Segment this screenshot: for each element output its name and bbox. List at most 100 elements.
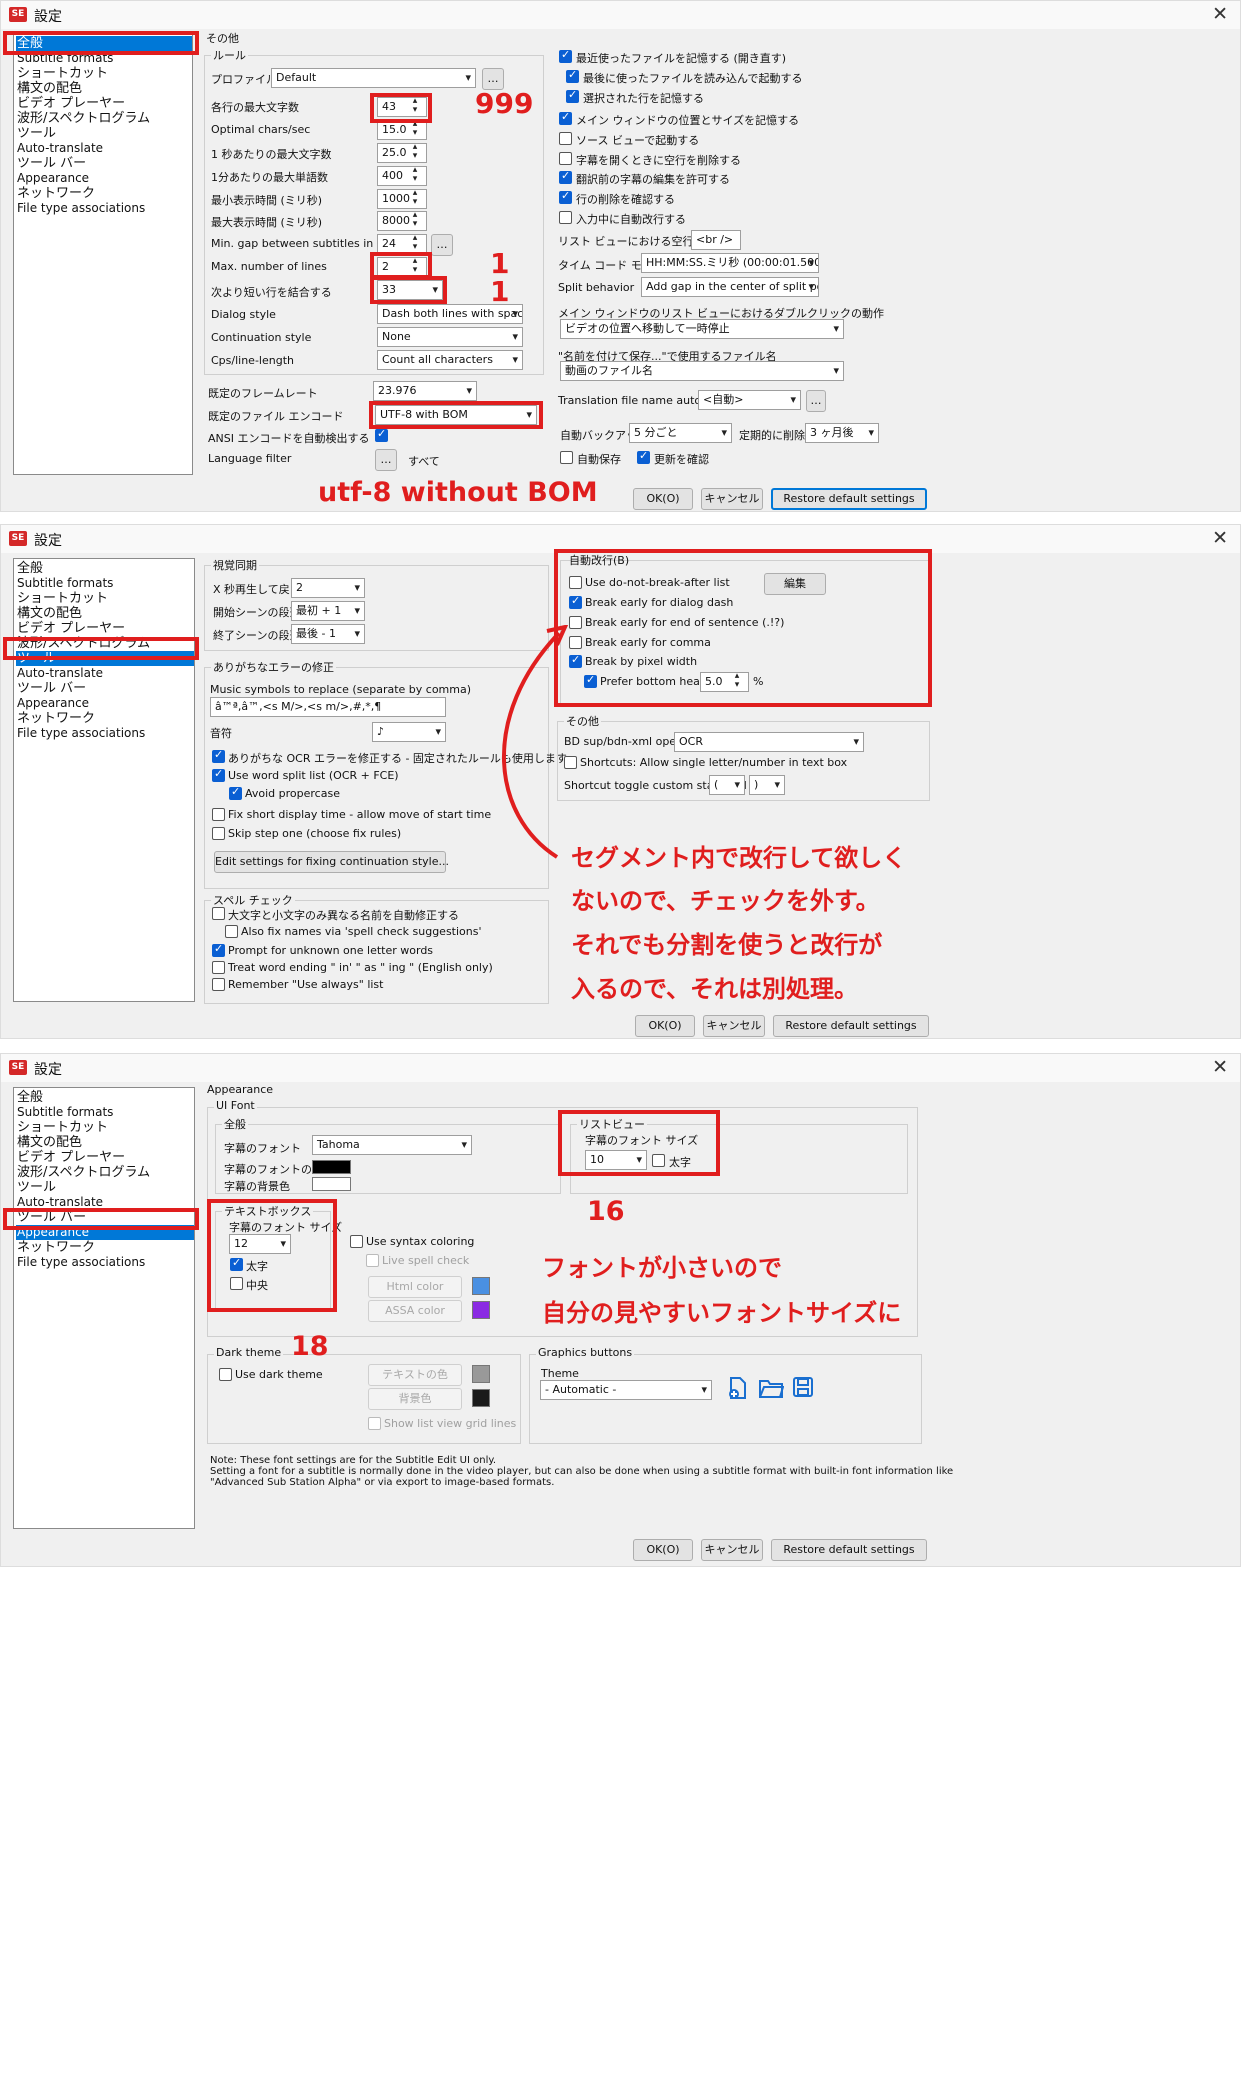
fix-case-names-checkbox[interactable] xyxy=(212,907,225,920)
dark-text-color-swatch[interactable] xyxy=(472,1365,490,1383)
nav-item-video-player[interactable]: ビデオ プレーヤー xyxy=(16,621,194,636)
prompt-one-letter-checkbox[interactable] xyxy=(212,942,225,957)
ansi-detect-checkbox[interactable] xyxy=(375,427,388,442)
nav-item-tools[interactable]: ツール xyxy=(16,1180,194,1195)
nav-item-shortcuts[interactable]: ショートカット xyxy=(16,66,192,81)
nav-item-subtitle-formats[interactable]: Subtitle formats xyxy=(16,1105,194,1120)
restore-defaults-button[interactable]: Restore default settings xyxy=(773,1015,929,1037)
allow-edit-original-checkbox[interactable] xyxy=(559,169,572,184)
html-color-button[interactable]: Html color xyxy=(368,1276,462,1298)
save-as-name-dropdown[interactable]: 動画のファイル名 xyxy=(560,361,844,381)
split-behavior-dropdown[interactable]: Add gap in the center of split point ... xyxy=(641,277,819,297)
nav-item-waveform[interactable]: 波形/スペクトログラム xyxy=(16,1165,194,1180)
restore-defaults-button[interactable]: Restore default settings xyxy=(771,1539,927,1561)
framerate-dropdown[interactable]: 23.976 xyxy=(373,381,477,401)
avoid-propercase-checkbox[interactable] xyxy=(229,785,242,800)
note-symbol-dropdown[interactable]: ♪ xyxy=(372,722,446,742)
settings-nav-list[interactable]: 全般 Subtitle formats ショートカット 構文の配色 ビデオ プレ… xyxy=(13,558,195,1002)
nav-item-auto-translate[interactable]: Auto-translate xyxy=(16,666,194,681)
play-back-dropdown[interactable]: 2 xyxy=(291,578,365,598)
settings-nav-list[interactable]: 全般 Subtitle formats ショートカット 構文の配色 ビデオ プレ… xyxy=(13,33,193,475)
nav-item-appearance[interactable]: Appearance xyxy=(16,696,194,711)
syntax-coloring-checkbox[interactable] xyxy=(350,1235,363,1248)
cps-line-length-dropdown[interactable]: Count all characters xyxy=(377,350,523,370)
assa-color-swatch[interactable] xyxy=(472,1301,490,1319)
music-symbols-input[interactable]: â™ª,â™,<s M/>,<s m/>,#,*,¶ xyxy=(210,697,446,717)
nav-item-tools[interactable]: ツール xyxy=(16,126,192,141)
empty-line-input[interactable]: <br /> xyxy=(691,230,741,250)
remember-recent-files-checkbox[interactable] xyxy=(559,48,572,63)
remember-window-position-checkbox[interactable] xyxy=(559,110,572,125)
nav-item-shortcuts[interactable]: ショートカット xyxy=(16,591,194,606)
auto-backup-dropdown[interactable]: 5 分ごと xyxy=(629,423,732,443)
grid-lines-checkbox[interactable] xyxy=(368,1417,381,1430)
nav-item-network[interactable]: ネットワーク xyxy=(16,1240,194,1255)
nav-item-syntax-coloring[interactable]: 構文の配色 xyxy=(16,606,194,621)
nav-item-video-player[interactable]: ビデオ プレーヤー xyxy=(16,96,192,111)
treat-in-as-ing-checkbox[interactable] xyxy=(212,961,225,974)
remove-blank-lines-checkbox[interactable] xyxy=(559,152,572,165)
nav-item-toolbar[interactable]: ツール バー xyxy=(16,156,192,171)
remember-use-always-checkbox[interactable] xyxy=(212,978,225,991)
min-gap-more-button[interactable]: … xyxy=(431,234,453,256)
max-cps-spinner[interactable]: 25.0 xyxy=(377,143,427,163)
theme-dropdown[interactable]: - Automatic - xyxy=(540,1380,712,1400)
auto-save-checkbox[interactable] xyxy=(560,451,573,464)
timecode-mode-dropdown[interactable]: HH:MM:SS.ミリ秒 (00:00:01.500) xyxy=(641,253,819,273)
nav-item-network[interactable]: ネットワーク xyxy=(16,711,194,726)
nav-item-network[interactable]: ネットワーク xyxy=(16,186,192,201)
ok-button[interactable]: OK(O) xyxy=(633,488,693,510)
ok-button[interactable]: OK(O) xyxy=(635,1015,695,1037)
nav-item-file-types[interactable]: File type associations xyxy=(16,1255,194,1270)
nav-item-auto-translate[interactable]: Auto-translate xyxy=(16,141,192,156)
nav-item-video-player[interactable]: ビデオ プレーヤー xyxy=(16,1150,194,1165)
load-last-file-checkbox[interactable] xyxy=(566,68,579,83)
remember-selected-line-checkbox[interactable] xyxy=(566,88,579,103)
nav-item-syntax-coloring[interactable]: 構文の配色 xyxy=(16,1135,194,1150)
auto-delete-dropdown[interactable]: 3 ヶ月後 xyxy=(805,423,879,443)
subtitle-font-dropdown[interactable]: Tahoma xyxy=(312,1135,472,1155)
live-spell-check-checkbox[interactable] xyxy=(366,1254,379,1267)
nav-item-shortcuts[interactable]: ショートカット xyxy=(16,1120,194,1135)
close-icon[interactable]: ✕ xyxy=(1212,1056,1228,1078)
edit-continuation-settings-button[interactable]: Edit settings for fixing continuation st… xyxy=(214,851,449,873)
profile-dropdown[interactable]: Default xyxy=(271,68,476,88)
nav-item-general[interactable]: 全般 xyxy=(16,1090,194,1105)
dark-theme-checkbox[interactable] xyxy=(219,1368,232,1381)
settings-nav-list[interactable]: 全般 Subtitle formats ショートカット 構文の配色 ビデオ プレ… xyxy=(13,1087,195,1529)
dark-bg-color-swatch[interactable] xyxy=(472,1389,490,1407)
translation-suffix-dropdown[interactable]: <自動> xyxy=(698,390,801,410)
nav-item-file-types[interactable]: File type associations xyxy=(16,201,192,216)
nav-item-syntax-coloring[interactable]: 構文の配色 xyxy=(16,81,192,96)
continuation-style-dropdown[interactable]: None xyxy=(377,327,523,347)
save-icon[interactable] xyxy=(792,1376,814,1398)
assa-color-button[interactable]: ASSA color xyxy=(368,1300,462,1322)
nav-item-waveform[interactable]: 波形/スペクトログラム xyxy=(16,111,192,126)
open-folder-icon[interactable] xyxy=(758,1377,784,1399)
nav-item-general[interactable]: 全般 xyxy=(16,561,194,576)
font-color-swatch[interactable] xyxy=(312,1160,351,1174)
check-updates-checkbox[interactable] xyxy=(637,449,650,464)
double-click-dropdown[interactable]: ビデオの位置へ移動して一時停止 xyxy=(560,319,844,339)
toggle-end-dropdown[interactable]: ) xyxy=(749,775,785,795)
min-gap-spinner[interactable]: 24 xyxy=(377,234,427,254)
bd-sup-dropdown[interactable]: OCR xyxy=(674,732,864,752)
restore-defaults-button[interactable]: Restore default settings xyxy=(771,488,927,510)
nav-item-appearance[interactable]: Appearance xyxy=(16,171,192,186)
fix-names-suggestions-checkbox[interactable] xyxy=(225,925,238,938)
start-source-view-checkbox[interactable] xyxy=(559,132,572,145)
fix-short-display-checkbox[interactable] xyxy=(212,808,225,821)
close-icon[interactable]: ✕ xyxy=(1212,3,1228,25)
confirm-delete-checkbox[interactable] xyxy=(559,189,572,204)
nav-item-file-types[interactable]: File type associations xyxy=(16,726,194,741)
auto-break-typing-checkbox[interactable] xyxy=(559,211,572,224)
dark-text-color-button[interactable]: テキストの色 xyxy=(368,1364,462,1386)
min-duration-spinner[interactable]: 1000 xyxy=(377,189,427,209)
close-icon[interactable]: ✕ xyxy=(1212,527,1228,549)
new-file-icon[interactable] xyxy=(726,1376,750,1400)
background-color-swatch[interactable] xyxy=(312,1177,351,1191)
language-filter-button[interactable]: … xyxy=(375,449,397,471)
cancel-button[interactable]: キャンセル xyxy=(703,1015,765,1037)
cancel-button[interactable]: キャンセル xyxy=(701,488,763,510)
nav-item-subtitle-formats[interactable]: Subtitle formats xyxy=(16,576,194,591)
